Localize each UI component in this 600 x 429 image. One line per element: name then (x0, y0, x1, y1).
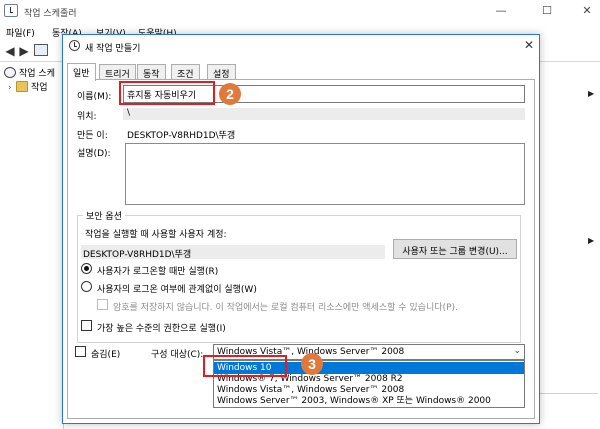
location-value: \ (127, 108, 131, 118)
name-label: 이름(M): (77, 92, 112, 102)
actions-expand-arrow-icon[interactable]: ▶ (588, 236, 594, 245)
account-field: DESKTOP-V8RHD1D\뚜갱 (81, 245, 385, 260)
author-label: 만든 이: (77, 131, 108, 141)
windows10-highlight-box (203, 355, 287, 377)
console-tree-toggle-icon[interactable] (34, 44, 48, 56)
tab-conditions[interactable]: 조건 (171, 64, 200, 80)
tree-item-task-scheduler[interactable]: 작업 스케 (4, 66, 55, 79)
highest-privileges-label[interactable]: 가장 높은 수준의 권한으로 실행(I) (97, 321, 226, 334)
close-button[interactable]: ✕ (580, 4, 594, 18)
actions-expand-arrow-icon[interactable]: ▶ (588, 89, 594, 98)
dialog-titlebar[interactable]: 새 작업 만들기 ✕ (63, 35, 539, 57)
maximize-button[interactable]: ☐ (540, 4, 554, 18)
option-windows-2003[interactable]: Windows Server™ 2003, Windows® XP 또는 Win… (214, 395, 524, 407)
author-value: DESKTOP-V8RHD1D\뚜갱 (127, 131, 236, 141)
description-textarea[interactable] (125, 143, 525, 205)
clock-icon (4, 67, 16, 78)
highest-privileges-checkbox[interactable] (81, 320, 92, 331)
console-tree: 작업 스케 › 작업 (0, 63, 64, 429)
run-logged-on-radio[interactable] (81, 263, 92, 274)
no-store-password-label: 암호를 저장하지 않습니다. 이 작업에서는 로컬 컴퓨터 리소스에만 액세스할… (113, 303, 458, 313)
hidden-label[interactable]: 숨김(E) (91, 347, 120, 360)
folder-icon (16, 81, 28, 92)
menu-file[interactable]: 파일(F) (6, 26, 35, 39)
dialog-title: 새 작업 만들기 (85, 44, 141, 54)
account-value: DESKTOP-V8RHD1D\뚜갱 (83, 250, 192, 260)
step-3-badge: 3 (301, 353, 323, 375)
step-2-badge: 2 (219, 83, 241, 105)
account-prompt: 작업을 실행할 때 사용할 사용자 계정: (85, 230, 227, 240)
tab-triggers[interactable]: 트리거 (99, 64, 136, 80)
main-window-title: 작업 스케줄러 (24, 9, 77, 19)
tree-item-library[interactable]: › 작업 (8, 80, 48, 93)
tree-item-label: 작업 (31, 83, 48, 93)
task-scheduler-icon (4, 4, 18, 17)
forward-arrow-icon[interactable]: ▶ (17, 44, 31, 58)
run-whether-logged-radio[interactable] (81, 281, 92, 292)
no-store-password-checkbox[interactable] (97, 299, 108, 310)
description-label: 설명(D): (77, 149, 111, 159)
tab-settings[interactable]: 설정 (207, 64, 236, 80)
name-highlight-box (119, 81, 215, 105)
back-arrow-icon[interactable]: ◀ (3, 44, 17, 58)
tree-item-label: 작업 스케 (19, 69, 55, 79)
main-titlebar[interactable]: 작업 스케줄러 — ☐ ✕ (0, 0, 600, 22)
location-field (123, 108, 525, 120)
minimize-button[interactable]: — (494, 4, 508, 18)
dialog-close-button[interactable]: ✕ (521, 37, 537, 53)
tab-actions[interactable]: 동작 (137, 64, 166, 80)
location-label: 위치: (77, 112, 97, 122)
expand-arrow-icon[interactable]: › (8, 83, 16, 93)
tab-general[interactable]: 일반 (67, 63, 96, 81)
create-task-dialog: 새 작업 만들기 ✕ 일반 트리거 동작 조건 설정 이름(M): 휴지통 자동… (62, 34, 540, 424)
configure-for-label: 구성 대상(C): (151, 350, 204, 360)
run-whether-logged-label[interactable]: 사용자의 로그온 여부에 관계없이 실행(W) (97, 282, 257, 295)
hidden-checkbox[interactable] (75, 346, 86, 357)
chevron-down-icon[interactable]: ⌄ (513, 346, 521, 356)
change-user-button[interactable]: 사용자 또는 그룹 변경(U)... (393, 239, 517, 259)
security-options-legend: 보안 옵션 (83, 209, 125, 222)
clock-icon (69, 40, 80, 51)
run-logged-on-label[interactable]: 사용자가 로그온할 때만 실행(R) (97, 264, 218, 277)
